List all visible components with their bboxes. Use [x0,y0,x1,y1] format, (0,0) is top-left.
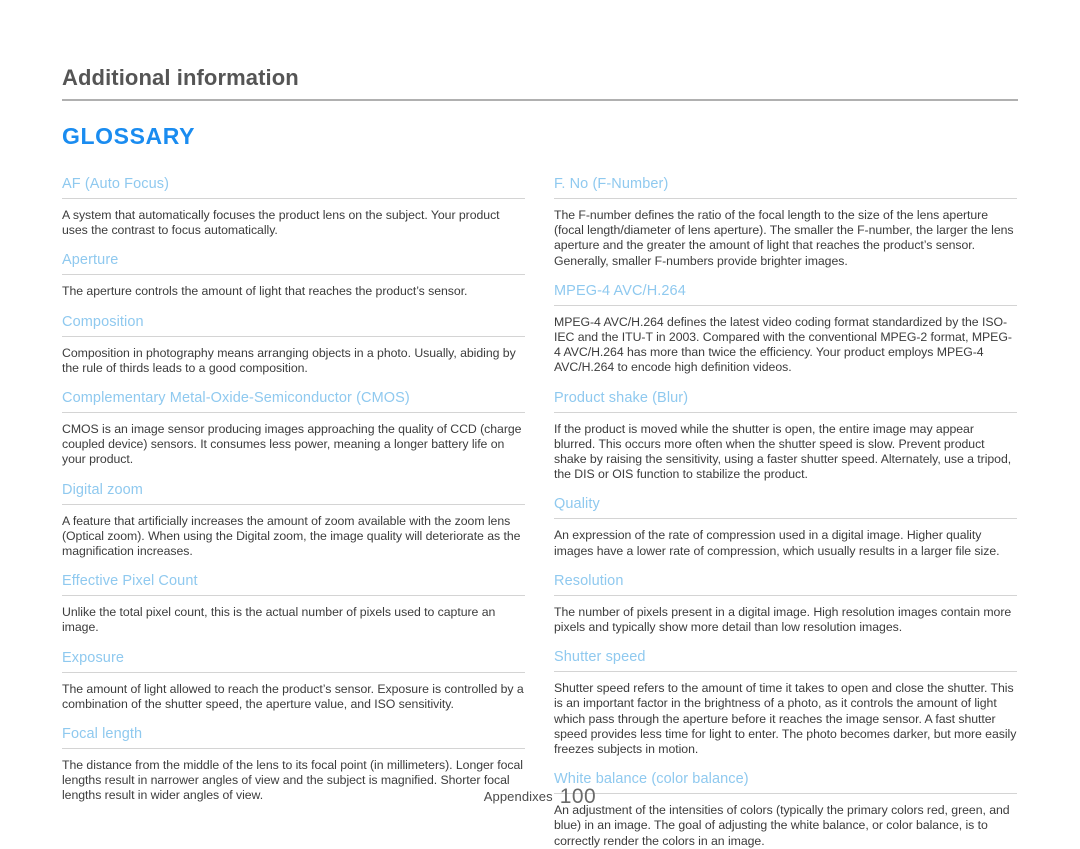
glossary-term-divider [62,671,525,673]
glossary-term: Shutter speed [554,649,646,666]
glossary-definition: The amount of light allowed to reach the… [62,681,524,711]
glossary-definition: The aperture controls the amount of ligh… [62,284,468,299]
glossary-definition: An expression of the rate of compression… [554,528,1000,558]
footer-section-label: Appendixes [483,789,553,804]
glossary-term-divider [62,412,525,414]
glossary-term: Aperture [62,252,119,269]
glossary-definition: A feature that artificially increases th… [62,513,521,559]
glossary-entry: Product shake (Blur) If the product is m… [554,389,1017,483]
glossary-term: Digital zoom [62,481,143,498]
glossary-definition: A system that automatically focuses the … [62,208,500,238]
glossary-definition: Composition in photography means arrangi… [62,345,516,375]
glossary-entry: F. No (F-Number) The F-number defines th… [554,175,1017,269]
document-page: Additional information GLOSSARY AF (Auto… [0,0,1080,848]
page-title: GLOSSARY [62,123,196,149]
glossary-term: Complementary Metal-Oxide-Semiconductor … [62,390,410,407]
chapter-title: Additional information [62,65,299,90]
glossary-term: Effective Pixel Count [62,573,198,590]
glossary-definition: An adjustment of the intensities of colo… [554,803,1010,848]
glossary-columns: AF (Auto Focus) A system that automatica… [62,175,1018,849]
glossary-definition: If the product is moved while the shutte… [554,421,1012,482]
page-footer: Appendixes 100 [0,783,1080,808]
glossary-term: Product shake (Blur) [554,389,689,406]
glossary-entry: Composition Composition in photography m… [62,313,525,376]
glossary-term-divider [554,594,1017,596]
glossary-term-divider [554,518,1017,520]
glossary-term: Composition [62,313,144,330]
glossary-entry: AF (Auto Focus) A system that automatica… [62,175,525,238]
glossary-entry: Aperture The aperture controls the amoun… [62,251,525,299]
glossary-term-divider [554,304,1017,306]
glossary-term: F. No (F-Number) [554,176,669,192]
glossary-term-divider [62,595,525,597]
glossary-definition: The F-number defines the ratio of the fo… [554,208,1014,268]
glossary-term-divider [62,335,525,337]
glossary-entry: Digital zoom A feature that artificially… [62,481,525,560]
glossary-entry: Resolution The number of pixels present … [554,572,1017,635]
glossary-entry: Quality An expression of the rate of com… [554,495,1017,558]
glossary-definition: CMOS is an image sensor producing images… [62,422,522,467]
glossary-term-divider [62,748,525,750]
glossary-term: Focal length [62,726,143,743]
glossary-term: AF (Auto Focus) [62,176,170,192]
glossary-term: Quality [554,496,600,513]
glossary-entry: MPEG-4 AVC/H.264 MPEG-4 AVC/H.264 define… [554,282,1017,376]
glossary-entry: Complementary Metal-Oxide-Semiconductor … [62,389,525,468]
glossary-term-divider [554,198,1017,199]
glossary-definition: The number of pixels present in a digita… [554,604,1012,635]
glossary-term-divider [554,411,1017,413]
glossary-entry: Shutter speed Shutter speed refers to th… [554,648,1017,757]
glossary-entry: Effective Pixel Count Unlike the total p… [62,572,525,635]
glossary-term: MPEG-4 AVC/H.264 [554,282,686,299]
glossary-column-left: AF (Auto Focus) A system that automatica… [62,175,525,804]
glossary-term-divider [62,198,525,199]
glossary-term-divider [554,671,1017,673]
glossary-term-divider [62,274,525,276]
glossary-definition: Shutter speed refers to the amount of ti… [554,681,1017,757]
glossary-term-divider [62,503,525,505]
glossary-entry: Exposure The amount of light allowed to … [62,649,525,712]
glossary-term: Resolution [554,572,624,589]
glossary-definition: Unlike the total pixel count, this is th… [62,605,496,635]
glossary-term: Exposure [62,649,125,666]
glossary-column-right: F. No (F-Number) The F-number defines th… [554,175,1017,849]
glossary-definition: MPEG-4 AVC/H.264 defines the latest vide… [554,314,1012,375]
page-number: 100 [559,785,597,808]
